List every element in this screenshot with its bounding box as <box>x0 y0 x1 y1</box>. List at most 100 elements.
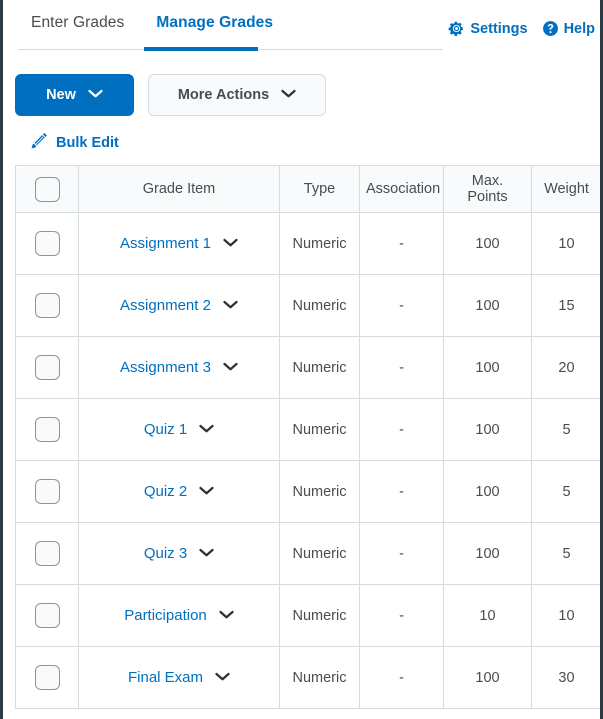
row-weight-cell: 5 <box>532 461 602 523</box>
row-checkbox[interactable] <box>35 603 60 628</box>
row-max-points-cell: 10 <box>444 585 532 647</box>
chevron-down-icon[interactable] <box>219 608 234 624</box>
table-row: Assignment 2Numeric-10015 <box>16 275 602 337</box>
chevron-down-icon <box>88 87 103 103</box>
grade-item-link[interactable]: Quiz 2 <box>144 483 187 500</box>
row-type-cell: Numeric <box>280 213 360 275</box>
bulk-edit-link[interactable]: Bulk Edit <box>30 131 119 154</box>
grade-item-link[interactable]: Quiz 3 <box>144 545 187 562</box>
chevron-down-icon[interactable] <box>199 484 214 500</box>
header-actions: Settings Help <box>448 20 595 37</box>
row-weight-cell: 5 <box>532 399 602 461</box>
table-header-row: Grade Item Type Association Max. Points … <box>16 166 602 213</box>
row-grade-item-cell: Quiz 3 <box>79 523 280 585</box>
select-all-header <box>16 166 79 213</box>
chevron-down-icon[interactable] <box>223 298 238 314</box>
row-checkbox[interactable] <box>35 665 60 690</box>
row-type-cell: Numeric <box>280 461 360 523</box>
select-all-checkbox[interactable] <box>35 177 60 202</box>
tab-manage-grades[interactable]: Manage Grades <box>140 14 289 45</box>
table-row: Quiz 1Numeric-1005 <box>16 399 602 461</box>
table-row: Assignment 3Numeric-10020 <box>16 337 602 399</box>
new-button[interactable]: New <box>15 74 134 116</box>
row-weight-cell: 10 <box>532 585 602 647</box>
chevron-down-icon[interactable] <box>199 422 214 438</box>
row-type-cell: Numeric <box>280 337 360 399</box>
row-grade-item-cell: Final Exam <box>79 647 280 709</box>
row-association-cell: - <box>360 337 444 399</box>
tab-bar: Enter Grades Manage Grades Settings <box>6 0 603 52</box>
gear-icon <box>448 20 465 37</box>
column-header-max-points[interactable]: Max. Points <box>444 166 532 213</box>
grade-item-link[interactable]: Quiz 1 <box>144 421 187 438</box>
chevron-down-icon[interactable] <box>223 236 238 252</box>
grades-table-wrapper: Grade Item Type Association Max. Points … <box>15 165 603 709</box>
table-row: Assignment 1 Numeric-10010 <box>16 213 602 275</box>
row-weight-cell: 15 <box>532 275 602 337</box>
row-checkbox-cell <box>16 337 79 399</box>
grade-item-link[interactable]: Assignment 3 <box>120 359 211 376</box>
row-association-cell: - <box>360 585 444 647</box>
tab-enter-grades-label: Enter Grades <box>31 14 124 31</box>
row-type-cell: Numeric <box>280 399 360 461</box>
manage-grades-page: Enter Grades Manage Grades Settings <box>0 0 603 719</box>
row-checkbox-cell <box>16 461 79 523</box>
row-checkbox-cell <box>16 275 79 337</box>
row-association-cell: - <box>360 523 444 585</box>
grade-item-link[interactable]: Assignment 2 <box>120 297 211 314</box>
table-row: Quiz 2 Numeric-1005 <box>16 461 602 523</box>
more-actions-button[interactable]: More Actions <box>148 74 326 116</box>
row-weight-cell: 10 <box>532 213 602 275</box>
chevron-down-icon[interactable] <box>199 546 214 562</box>
chevron-down-icon[interactable] <box>215 670 230 686</box>
row-max-points-cell: 100 <box>444 523 532 585</box>
row-grade-item-cell: Assignment 1 <box>79 213 280 275</box>
row-max-points-cell: 100 <box>444 461 532 523</box>
row-checkbox-cell <box>16 523 79 585</box>
grade-item-link[interactable]: Final Exam <box>128 669 203 686</box>
row-checkbox-cell <box>16 399 79 461</box>
row-type-cell: Numeric <box>280 523 360 585</box>
row-checkbox[interactable] <box>35 293 60 318</box>
row-grade-item-cell: Quiz 2 <box>79 461 280 523</box>
row-association-cell: - <box>360 213 444 275</box>
tab-manage-grades-label: Manage Grades <box>156 14 273 31</box>
column-header-association[interactable]: Association <box>360 166 444 213</box>
settings-label: Settings <box>470 21 527 37</box>
row-weight-cell: 5 <box>532 523 602 585</box>
row-type-cell: Numeric <box>280 647 360 709</box>
row-grade-item-cell: Participation <box>79 585 280 647</box>
column-header-weight[interactable]: Weight <box>532 166 602 213</box>
row-type-cell: Numeric <box>280 585 360 647</box>
table-row: Final ExamNumeric-10030 <box>16 647 602 709</box>
row-checkbox[interactable] <box>35 417 60 442</box>
row-association-cell: - <box>360 275 444 337</box>
grades-table-body: Assignment 1Numeric-10010Assignment 2Num… <box>16 213 602 709</box>
help-label: Help <box>564 21 595 37</box>
tab-active-indicator <box>144 47 258 51</box>
row-checkbox[interactable] <box>35 479 60 504</box>
grade-item-link[interactable]: Participation <box>124 607 207 624</box>
row-max-points-cell: 100 <box>444 647 532 709</box>
row-association-cell: - <box>360 647 444 709</box>
row-max-points-cell: 100 <box>444 275 532 337</box>
more-actions-label: More Actions <box>178 87 269 103</box>
row-association-cell: - <box>360 461 444 523</box>
help-link[interactable]: Help <box>542 20 595 37</box>
table-row: Quiz 3 Numeric-1005 <box>16 523 602 585</box>
row-checkbox[interactable] <box>35 231 60 256</box>
tab-enter-grades[interactable]: Enter Grades <box>15 14 140 45</box>
row-grade-item-cell: Assignment 2 <box>79 275 280 337</box>
row-checkbox-cell <box>16 585 79 647</box>
row-max-points-cell: 100 <box>444 213 532 275</box>
settings-link[interactable]: Settings <box>448 20 527 37</box>
pencil-icon <box>30 131 49 154</box>
chevron-down-icon[interactable] <box>223 360 238 376</box>
row-checkbox[interactable] <box>35 541 60 566</box>
grade-item-link[interactable]: Assignment 1 <box>120 235 211 252</box>
column-header-type[interactable]: Type <box>280 166 360 213</box>
grades-table: Grade Item Type Association Max. Points … <box>15 165 602 709</box>
column-header-grade-item[interactable]: Grade Item <box>79 166 280 213</box>
row-checkbox[interactable] <box>35 355 60 380</box>
new-button-label: New <box>46 87 76 103</box>
